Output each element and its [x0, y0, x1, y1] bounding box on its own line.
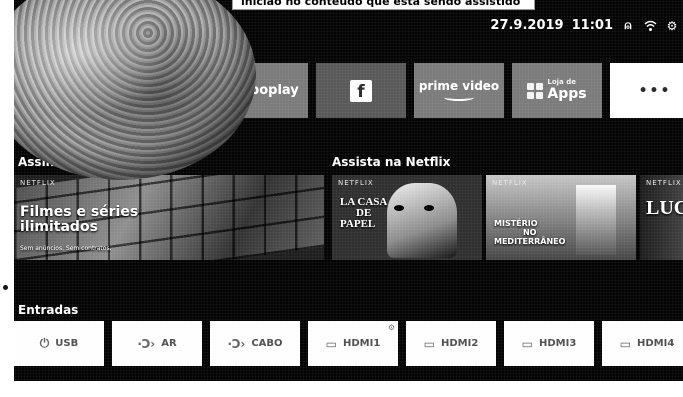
misterio-line2: NO [522, 228, 537, 237]
section-netflix-title: Assista na Netflix [332, 155, 451, 169]
section-inputs-title: Entradas [18, 303, 79, 317]
mask-eye-left [394, 205, 404, 211]
status-bar: 27.9.2019 11:01 ⍝ ⚙ [490, 18, 679, 33]
input-cabo[interactable]: ·Ͻ› CABO [210, 321, 300, 366]
lucifer-title: LUCI [646, 197, 683, 219]
casa-line3: PAPEL [340, 218, 376, 230]
netflix-tag: NETFLIX [20, 179, 56, 187]
bullet-dot [3, 285, 8, 290]
inputs-row: ⏻ USB ·Ͻ› AR ·Ͻ› CABO ▭ HDMI1 ⚙ ▭ HDMI2 … [14, 321, 683, 366]
input-hdmi3[interactable]: ▭ HDMI3 [504, 321, 594, 366]
input-ar[interactable]: ·Ͻ› AR [112, 321, 202, 366]
misterio-line1: MISTÉRIO [494, 219, 538, 228]
app-tile-store[interactable]: Loja de Apps [512, 63, 602, 118]
facebook-icon: f [350, 79, 372, 102]
input-label: HDMI4 [637, 338, 675, 349]
promo-title-line2: ilimitados [20, 219, 98, 235]
app-tile-facebook[interactable]: f [316, 63, 406, 118]
prime-video-label: prime video [418, 79, 500, 93]
input-label: HDMI2 [441, 338, 479, 349]
promo-title-line1: Filmes e séries [20, 204, 139, 220]
input-label: AR [161, 338, 177, 349]
input-label: USB [55, 338, 79, 349]
hdmi-icon: ▭ [619, 336, 632, 351]
couple-figure [576, 185, 616, 255]
apps-grid-icon [527, 82, 544, 99]
mask-eye-right [424, 205, 434, 211]
input-usb[interactable]: ⏻ USB [14, 321, 104, 366]
input-hdmi1[interactable]: ▭ HDMI1 ⚙ [308, 321, 398, 366]
input-label: HDMI3 [539, 338, 577, 349]
app-tile-more[interactable]: ••• [610, 63, 683, 118]
status-date: 27.9.2019 [490, 18, 564, 33]
netflix-tag: NETFLIX [646, 179, 682, 187]
misterio-line3: MEDITERRÂNEO [494, 237, 566, 246]
input-hdmi4[interactable]: ▭ HDMI4 [602, 321, 683, 366]
promo-subtitle: Sem anúncios. Sem contratos. [20, 245, 112, 252]
apps-sub-label: Loja de [547, 78, 576, 86]
card-la-casa-de-papel[interactable]: NETFLIX LA CASA DE PAPEL [332, 175, 482, 260]
wifi-icon[interactable] [643, 19, 657, 33]
input-label: CABO [251, 338, 283, 349]
input-hdmi2[interactable]: ▭ HDMI2 [406, 321, 496, 366]
netflix-tag: NETFLIX [338, 179, 374, 187]
apps-label: Apps [547, 86, 587, 102]
hdmi-icon: ▭ [423, 336, 436, 351]
gear-icon: ⚙ [387, 323, 395, 332]
more-icon: ••• [638, 82, 672, 99]
input-label: HDMI1 [343, 338, 381, 349]
antenna-icon: ·Ͻ› [137, 336, 156, 351]
cable-icon: ·Ͻ› [227, 336, 246, 351]
prime-video-logo: prime video [419, 80, 499, 101]
settings-icon[interactable]: ⚙ [665, 19, 679, 33]
mask-figure [387, 183, 457, 258]
card-lucifer[interactable]: NETFLIX LUCI [640, 175, 683, 260]
user-icon[interactable]: ⍝ [621, 18, 635, 33]
promo-card[interactable]: NETFLIX Filmes e séries ilimitados Sem a… [14, 175, 324, 260]
tooltip: inicião no conteúdo que está sendo assis… [232, 0, 536, 10]
netflix-tag: NETFLIX [492, 179, 528, 187]
card-misterio-no-mediterraneo[interactable]: NETFLIX MISTÉRIO NO MEDITERRÂNEO [486, 175, 636, 260]
hdmi-icon: ▭ [325, 336, 338, 351]
amazon-smile-icon [443, 94, 474, 101]
usb-icon: ⏻ [39, 336, 50, 350]
status-time: 11:01 [571, 18, 613, 33]
hdmi-icon: ▭ [521, 336, 534, 351]
tv-home-screen: inicião no conteúdo que está sendo assis… [14, 0, 683, 381]
globe-image [14, 0, 256, 180]
app-tile-prime-video[interactable]: prime video [414, 63, 504, 118]
